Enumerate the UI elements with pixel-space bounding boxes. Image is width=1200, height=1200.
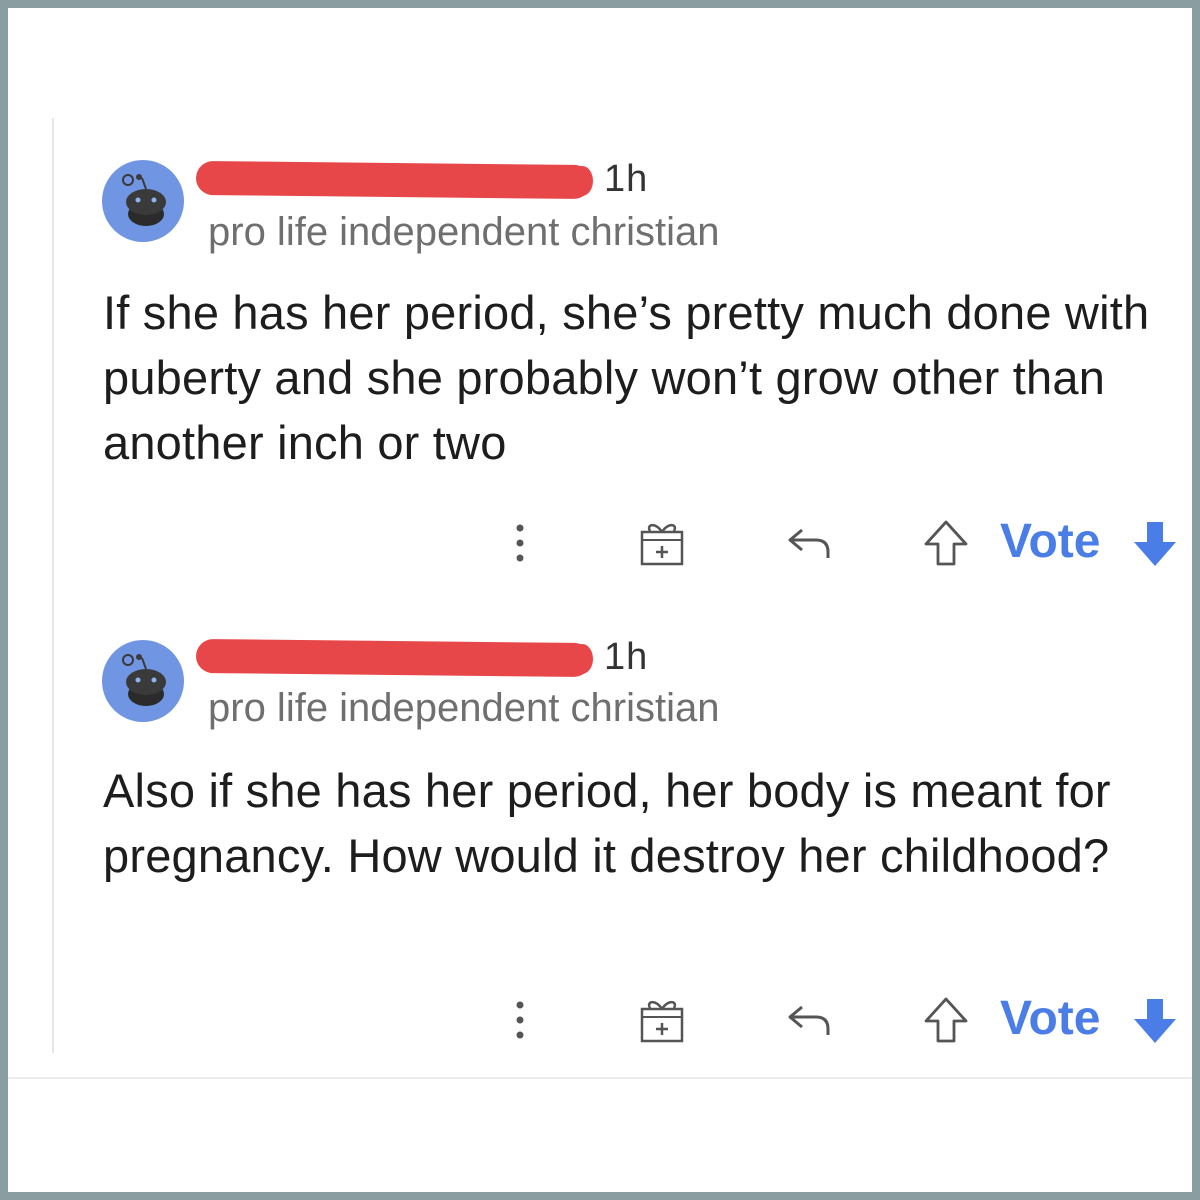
reply-icon[interactable]	[786, 524, 832, 562]
comment-timestamp: 1h	[604, 636, 649, 678]
comment-body: Also if she has her period, her body is …	[103, 764, 1111, 882]
user-flair: pro life independent christian	[208, 686, 720, 730]
award-icon[interactable]	[636, 518, 688, 570]
award-icon[interactable]	[636, 995, 688, 1047]
downvote-icon[interactable]	[1132, 997, 1178, 1045]
snoo-avatar-icon[interactable]	[102, 640, 184, 722]
vote-label: Vote	[1000, 992, 1101, 1045]
more-options-icon[interactable]	[510, 995, 530, 1045]
comment-actions: Vote	[0, 989, 1200, 1049]
comment-body: If she has her period, she’s pretty much…	[103, 286, 1150, 469]
downvote-icon[interactable]	[1132, 520, 1178, 568]
upvote-icon[interactable]	[922, 995, 970, 1045]
upvote-icon[interactable]	[922, 518, 970, 568]
thread-line[interactable]	[52, 118, 54, 1053]
comment-actions: Vote	[0, 512, 1200, 572]
more-options-icon[interactable]	[510, 518, 530, 568]
divider	[8, 1077, 1192, 1079]
snoo-avatar-icon[interactable]	[102, 160, 184, 242]
reply-icon[interactable]	[786, 1001, 832, 1039]
comment-timestamp: 1h	[604, 158, 649, 200]
username-redaction	[195, 160, 592, 200]
vote-label: Vote	[1000, 515, 1101, 568]
username-redaction	[195, 638, 592, 678]
user-flair: pro life independent christian	[208, 210, 720, 254]
